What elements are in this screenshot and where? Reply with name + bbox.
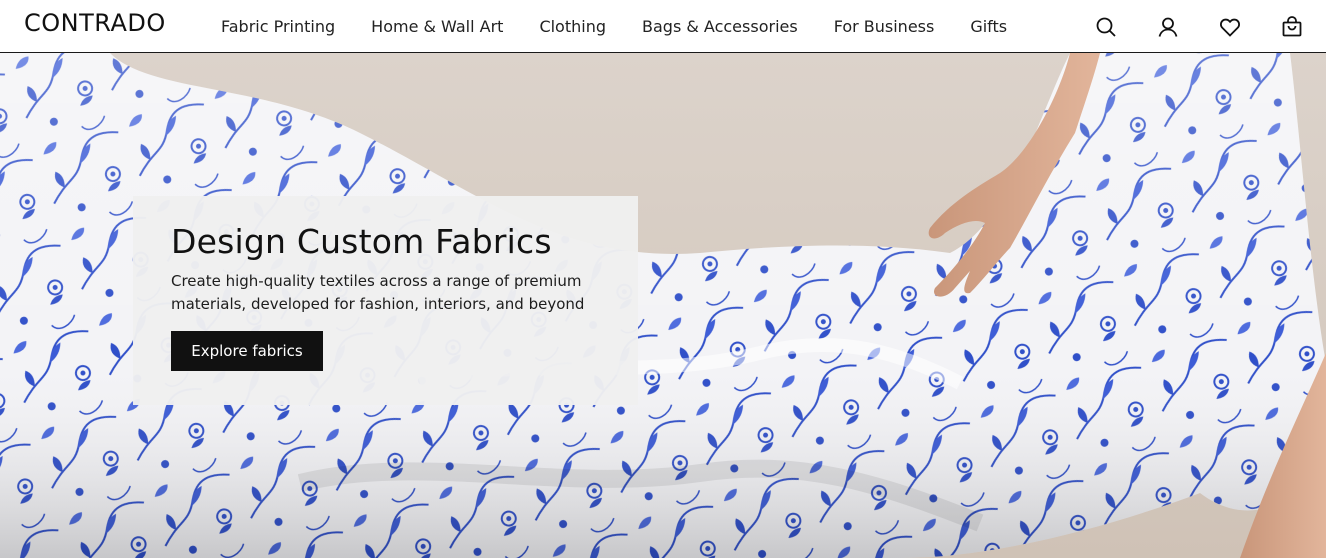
brand-logo[interactable]: CONTRADO: [24, 9, 166, 37]
shopping-bag-icon[interactable]: [1280, 15, 1304, 39]
account-icon[interactable]: [1156, 15, 1180, 39]
nav-fabric-printing[interactable]: Fabric Printing: [221, 17, 335, 36]
search-icon[interactable]: [1094, 15, 1118, 39]
nav-clothing[interactable]: Clothing: [539, 17, 606, 36]
heart-icon[interactable]: [1218, 15, 1242, 39]
nav-for-business[interactable]: For Business: [834, 17, 935, 36]
explore-fabrics-button[interactable]: Explore fabrics: [171, 331, 323, 371]
hero-card: Design Custom Fabrics Create high-qualit…: [133, 196, 638, 405]
hero-banner: Design Custom Fabrics Create high-qualit…: [0, 53, 1326, 558]
main-nav: Fabric Printing Home & Wall Art Clothing…: [221, 0, 1043, 53]
hero-title: Design Custom Fabrics: [171, 222, 552, 261]
nav-bags-accessories[interactable]: Bags & Accessories: [642, 17, 798, 36]
nav-gifts[interactable]: Gifts: [970, 17, 1007, 36]
hero-subtitle: Create high-quality textiles across a ra…: [171, 272, 585, 313]
nav-home-wall-art[interactable]: Home & Wall Art: [371, 17, 503, 36]
header-actions: [1056, 0, 1304, 53]
site-header: CONTRADO Fabric Printing Home & Wall Art…: [0, 0, 1326, 53]
